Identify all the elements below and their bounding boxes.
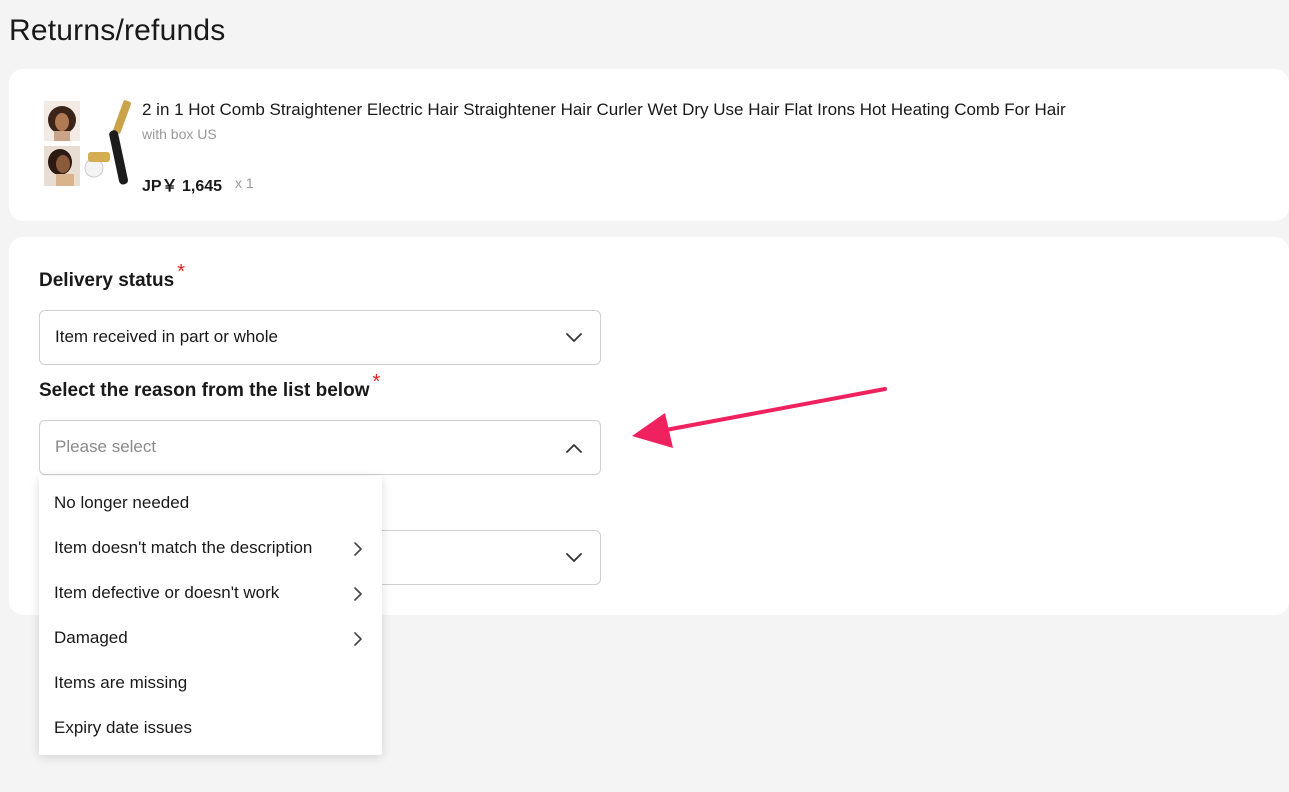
product-quantity: x 1 [235,175,254,191]
delivery-status-select[interactable]: Item received in part or whole [39,310,601,365]
reason-label-text: Select the reason from the list below [39,380,370,401]
reason-dropdown-menu: No longer needed Item doesn't match the … [39,476,382,755]
chevron-down-icon [566,553,582,562]
chevron-down-icon [566,333,582,342]
reason-label: Select the reason from the list below * [39,371,380,402]
delivery-status-label: Delivery status * [39,261,185,292]
reason-option-doesnt-match-description[interactable]: Item doesn't match the description [54,538,312,558]
annotation-arrow-icon [632,387,887,448]
chevron-right-icon [354,632,362,646]
product-price: JP￥ 1,645 [142,178,223,195]
reason-option-damaged[interactable]: Damaged [54,628,128,648]
product-variant: with box US [142,126,217,142]
delivery-status-value: Item received in part or whole [55,327,278,346]
required-marker: * [177,261,185,283]
reason-option-items-missing[interactable]: Items are missing [54,673,187,693]
required-marker: * [372,371,381,393]
reason-option-defective[interactable]: Item defective or doesn't work [54,583,279,603]
product-thumbnail [42,100,132,190]
reason-option-expiry-date[interactable]: Expiry date issues [54,718,192,738]
chevron-up-icon [566,444,582,453]
reason-select[interactable]: Please select [39,420,601,475]
product-card: 2 in 1 Hot Comb Straightener Electric Ha… [9,69,1289,221]
reason-option-no-longer-needed[interactable]: No longer needed [54,493,189,513]
page-title: Returns/refunds [9,14,226,47]
chevron-right-icon [354,542,362,556]
product-title[interactable]: 2 in 1 Hot Comb Straightener Electric Ha… [142,100,1066,120]
chevron-right-icon [354,587,362,601]
reason-placeholder: Please select [55,437,157,456]
delivery-status-label-text: Delivery status [39,270,175,291]
